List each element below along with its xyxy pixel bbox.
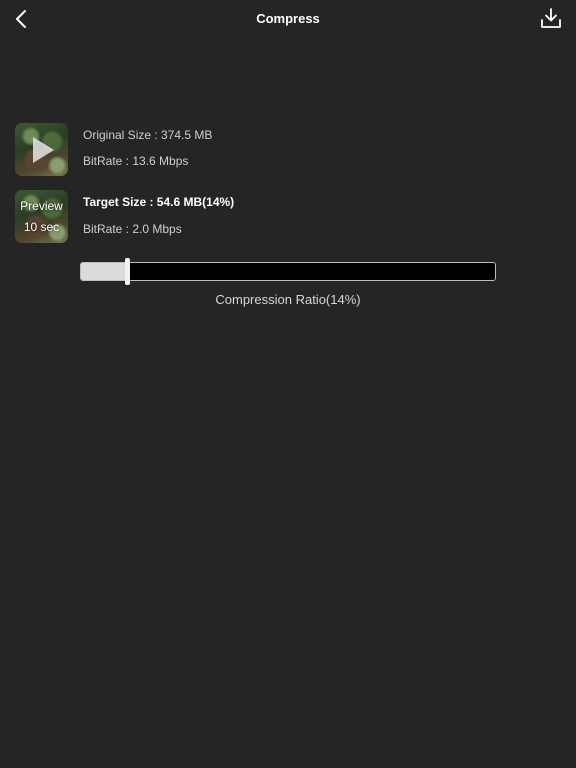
preview-duration: 10 sec xyxy=(23,219,60,234)
preview-overlay: Preview 10 sec xyxy=(15,190,68,243)
navigation-bar: Compress xyxy=(0,0,576,40)
original-video-thumbnail[interactable] xyxy=(15,123,68,176)
original-bitrate-text: BitRate : 13.6 Mbps xyxy=(83,154,189,168)
play-icon xyxy=(33,137,54,163)
preview-thumbnail[interactable]: Preview 10 sec xyxy=(15,190,68,243)
page-title: Compress xyxy=(256,11,320,26)
download-icon xyxy=(541,8,561,28)
target-size-text: Target Size : 54.6 MB(14%) xyxy=(83,195,235,209)
download-button[interactable] xyxy=(540,7,562,29)
compression-ratio-label: Compression Ratio(14%) xyxy=(215,292,361,307)
slider-handle[interactable] xyxy=(125,258,130,285)
compression-slider[interactable] xyxy=(80,258,496,285)
target-bitrate-text: BitRate : 2.0 Mbps xyxy=(83,222,182,236)
preview-label: Preview xyxy=(20,198,63,213)
original-size-text: Original Size : 374.5 MB xyxy=(83,128,213,142)
slider-fill xyxy=(81,263,127,280)
